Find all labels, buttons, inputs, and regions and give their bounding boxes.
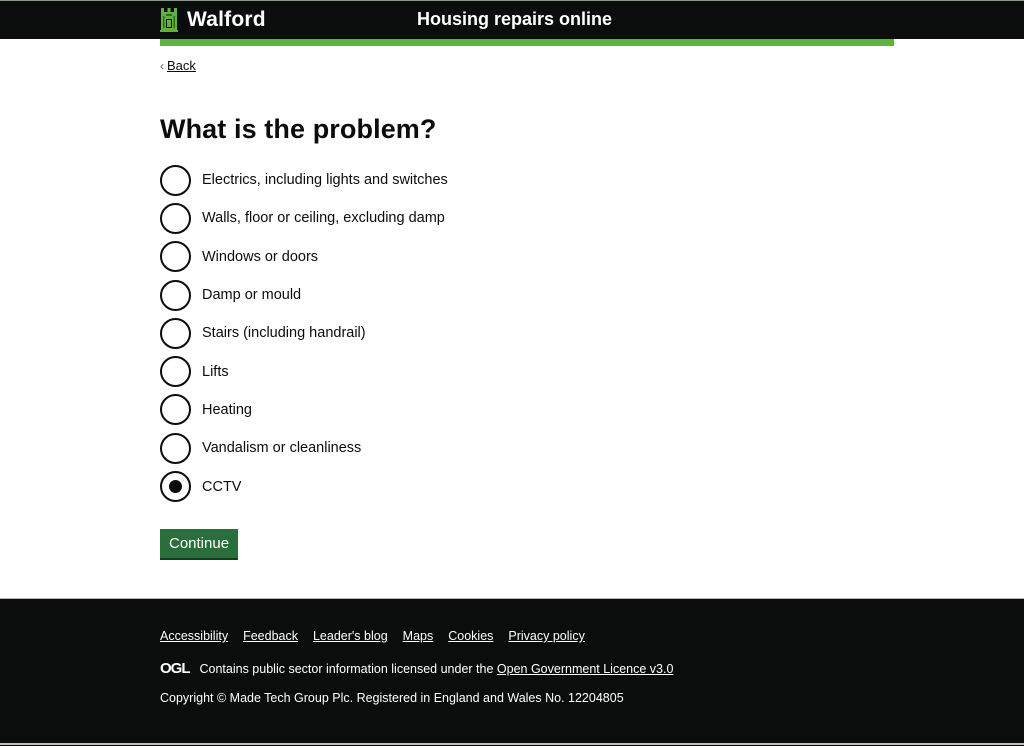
back-link[interactable]: Back xyxy=(167,58,196,73)
ogl-logo-icon: OGL xyxy=(160,660,190,677)
footer-link-leaders-blog[interactable]: Leader's blog xyxy=(313,629,388,643)
walford-logo-link[interactable]: Walford xyxy=(160,7,266,33)
radio-button[interactable] xyxy=(160,202,191,234)
chevron-left-icon: ‹ xyxy=(160,58,164,73)
radio-label: Windows or doors xyxy=(202,248,319,265)
footer-link-cookies[interactable]: Cookies xyxy=(448,629,493,643)
castle-icon xyxy=(160,8,178,32)
radio-option-walls[interactable]: Walls, floor or ceiling, excluding damp xyxy=(160,199,448,237)
radio-button[interactable] xyxy=(160,317,191,349)
radio-label: Electrics, including lights and switches xyxy=(202,172,448,189)
site-footer: Accessibility Feedback Leader's blog Map… xyxy=(0,598,1024,746)
radio-option-windows[interactable]: Windows or doors xyxy=(160,238,448,276)
radio-option-heating[interactable]: Heating xyxy=(160,391,448,429)
footer-link-feedback[interactable]: Feedback xyxy=(243,629,298,643)
footer-link-accessibility[interactable]: Accessibility xyxy=(160,629,228,643)
radio-button[interactable] xyxy=(160,394,191,426)
radio-label: Lifts xyxy=(202,363,229,380)
continue-button[interactable]: Continue xyxy=(160,529,239,558)
page-title: What is the problem? xyxy=(160,114,437,144)
brand-name: Walford xyxy=(187,8,266,31)
radio-button[interactable] xyxy=(160,241,191,273)
service-name-link[interactable]: Housing repairs online xyxy=(417,9,612,30)
radio-button[interactable] xyxy=(160,279,191,311)
radio-button[interactable] xyxy=(160,164,191,196)
radio-option-electrics[interactable]: Electrics, including lights and switches xyxy=(160,161,448,199)
licence-text: Contains public sector information licen… xyxy=(199,661,494,676)
footer-link-privacy-policy[interactable]: Privacy policy xyxy=(508,629,584,643)
footer-links: Accessibility Feedback Leader's blog Map… xyxy=(160,629,585,643)
radio-button[interactable] xyxy=(160,432,191,464)
radio-label: CCTV xyxy=(202,478,242,495)
radio-option-vandalism[interactable]: Vandalism or cleanliness xyxy=(160,429,448,467)
radio-option-lifts[interactable]: Lifts xyxy=(160,352,448,390)
radio-label: Walls, floor or ceiling, excluding damp xyxy=(202,210,445,227)
radio-label: Heating xyxy=(202,401,252,418)
licence-statement: OGL Contains public sector information l… xyxy=(160,660,673,677)
site-header: Walford Housing repairs online xyxy=(0,1,1024,39)
radio-button[interactable] xyxy=(160,471,191,503)
radio-label: Stairs (including handrail) xyxy=(202,325,366,342)
footer-link-maps[interactable]: Maps xyxy=(403,629,434,643)
open-government-licence-link[interactable]: Open Government Licence v3.0 xyxy=(497,662,674,676)
header-accent-bar xyxy=(160,39,894,46)
radio-option-damp[interactable]: Damp or mould xyxy=(160,276,448,314)
problem-radio-group: Electrics, including lights and switches… xyxy=(160,161,448,506)
radio-label: Damp or mould xyxy=(202,287,302,304)
radio-button[interactable] xyxy=(160,356,191,388)
back-link-container: ‹ Back xyxy=(160,58,196,73)
radio-option-cctv[interactable]: CCTV xyxy=(160,467,448,505)
radio-label: Vandalism or cleanliness xyxy=(202,440,362,457)
copyright-text: Copyright © Made Tech Group Plc. Registe… xyxy=(160,691,624,705)
radio-option-stairs[interactable]: Stairs (including handrail) xyxy=(160,314,448,352)
